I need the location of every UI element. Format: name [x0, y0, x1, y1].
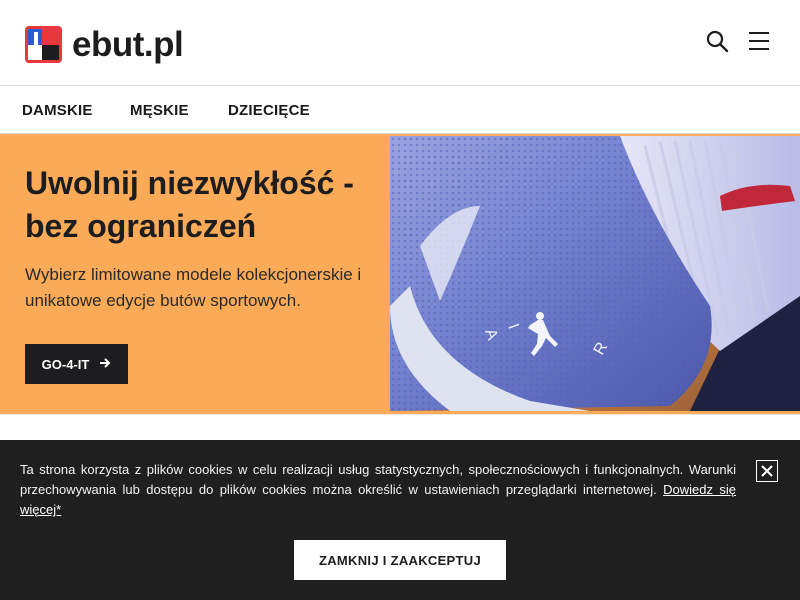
nav-item-meskie[interactable]: MĘSKIE [130, 102, 189, 119]
hero-subtitle: Wybierz limitowane modele kolekcjonerski… [25, 265, 362, 310]
arrow-right-icon [99, 356, 111, 372]
cookie-message: Ta strona korzysta z plików cookies w ce… [20, 462, 736, 497]
divider [0, 414, 800, 415]
site-header: ebut.pl [0, 0, 800, 86]
logo-text: ebut.pl [72, 24, 184, 64]
logo-mark-icon [25, 25, 62, 63]
close-icon[interactable] [756, 460, 778, 482]
hamburger-menu-icon[interactable] [746, 28, 774, 56]
nav-item-damskie[interactable]: DAMSKIE [22, 102, 93, 119]
cookie-banner: Ta strona korzysta z plików cookies w ce… [0, 440, 800, 600]
hero-title: Uwolnij niezwykłość - bez ograniczeń [25, 165, 354, 244]
nav-item-dzieciece[interactable]: DZIECIĘCE [228, 102, 310, 119]
logo[interactable]: ebut.pl [25, 24, 184, 64]
cookie-text: Ta strona korzysta z plików cookies w ce… [20, 460, 736, 520]
hero-banner: Uwolnij niezwykłość - bez ograniczeń Wyb… [0, 134, 800, 414]
hero-sneaker-image[interactable]: A I R [390, 136, 800, 411]
go-4-it-button[interactable]: GO-4-IT [25, 344, 128, 384]
search-icon[interactable] [704, 28, 732, 56]
hero-button-label: GO-4-IT [41, 356, 90, 372]
cookie-accept-button[interactable]: ZAMKNIJ I ZAAKCEPTUJ [294, 540, 506, 580]
category-nav: DAMSKIE MĘSKIE DZIECIĘCE [0, 86, 800, 134]
